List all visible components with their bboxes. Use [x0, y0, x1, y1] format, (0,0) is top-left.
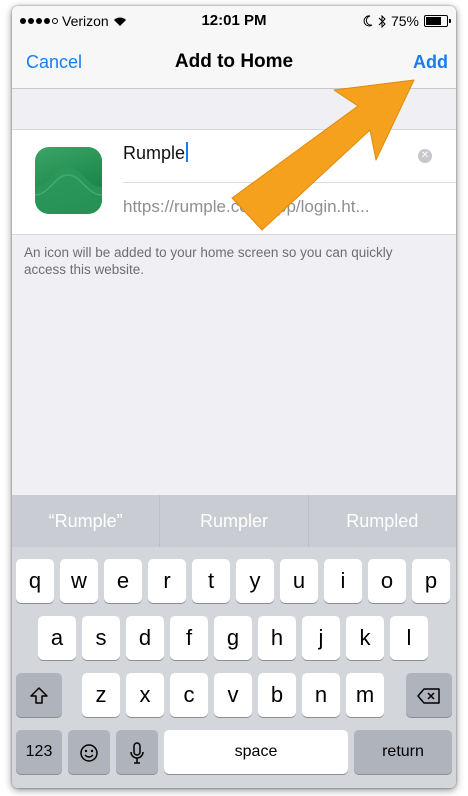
delete-key[interactable] [406, 673, 452, 717]
url-field: https://rumple.com/app/login.ht... [123, 197, 370, 216]
field-divider [123, 182, 456, 183]
key-m[interactable]: m [346, 673, 384, 717]
suggestion-item[interactable]: Rumpler [160, 495, 309, 547]
emoji-icon [80, 744, 98, 762]
key-a[interactable]: a [38, 616, 76, 660]
key-v[interactable]: v [214, 673, 252, 717]
status-bar: Verizon 12:01 PM 75% [12, 6, 456, 36]
key-j[interactable]: j [302, 616, 340, 660]
battery-percent: 75% [390, 13, 419, 29]
space-key[interactable]: space [164, 730, 348, 774]
key-w[interactable]: w [60, 559, 98, 603]
key-q[interactable]: q [16, 559, 54, 603]
bluetooth-icon [378, 14, 386, 28]
name-input-value: Rumple [123, 143, 186, 163]
key-z[interactable]: z [82, 673, 120, 717]
app-icon [35, 147, 102, 214]
key-r[interactable]: r [148, 559, 186, 603]
nav-bar: Cancel Add to Home Add [12, 36, 456, 89]
status-right: 75% [363, 13, 451, 29]
info-text: An icon will be added to your home scree… [24, 245, 393, 277]
name-input[interactable]: Rumple [123, 142, 189, 164]
key-s[interactable]: s [82, 616, 120, 660]
dictation-key[interactable] [116, 730, 158, 774]
key-f[interactable]: f [170, 616, 208, 660]
keyboard: “Rumple” Rumpler Rumpled q w e r t y u i… [12, 495, 456, 788]
shift-icon [30, 687, 48, 704]
key-t[interactable]: t [192, 559, 230, 603]
key-g[interactable]: g [214, 616, 252, 660]
key-y[interactable]: y [236, 559, 274, 603]
moon-icon [363, 15, 373, 27]
key-l[interactable]: l [390, 616, 428, 660]
key-n[interactable]: n [302, 673, 340, 717]
key-b[interactable]: b [258, 673, 296, 717]
battery-icon [424, 15, 451, 27]
suggestion-item[interactable]: Rumpled [309, 495, 456, 547]
suggestion-item[interactable]: “Rumple” [12, 495, 161, 547]
key-h[interactable]: h [258, 616, 296, 660]
app-icon-graphic [35, 167, 102, 214]
backspace-icon [417, 688, 440, 704]
emoji-key[interactable] [68, 730, 110, 774]
add-to-home-form: Rumple ✕ https://rumple.com/app/login.ht… [12, 129, 456, 235]
key-o[interactable]: o [368, 559, 406, 603]
key-d[interactable]: d [126, 616, 164, 660]
key-e[interactable]: e [104, 559, 142, 603]
key-u[interactable]: u [280, 559, 318, 603]
phone-screen: Verizon 12:01 PM 75% Cancel Add to Home … [12, 6, 456, 788]
key-c[interactable]: c [170, 673, 208, 717]
numbers-key[interactable]: 123 [16, 730, 62, 774]
add-button[interactable]: Add [413, 52, 448, 73]
microphone-icon [130, 742, 144, 764]
key-x[interactable]: x [126, 673, 164, 717]
return-key[interactable]: return [354, 730, 452, 774]
text-caret [186, 142, 189, 162]
key-k[interactable]: k [346, 616, 384, 660]
page-title: Add to Home [174, 51, 294, 72]
suggestion-bar: “Rumple” Rumpler Rumpled [12, 495, 456, 547]
key-p[interactable]: p [412, 559, 450, 603]
shift-key[interactable] [16, 673, 62, 717]
clear-text-icon[interactable]: ✕ [418, 149, 432, 163]
key-i[interactable]: i [324, 559, 362, 603]
